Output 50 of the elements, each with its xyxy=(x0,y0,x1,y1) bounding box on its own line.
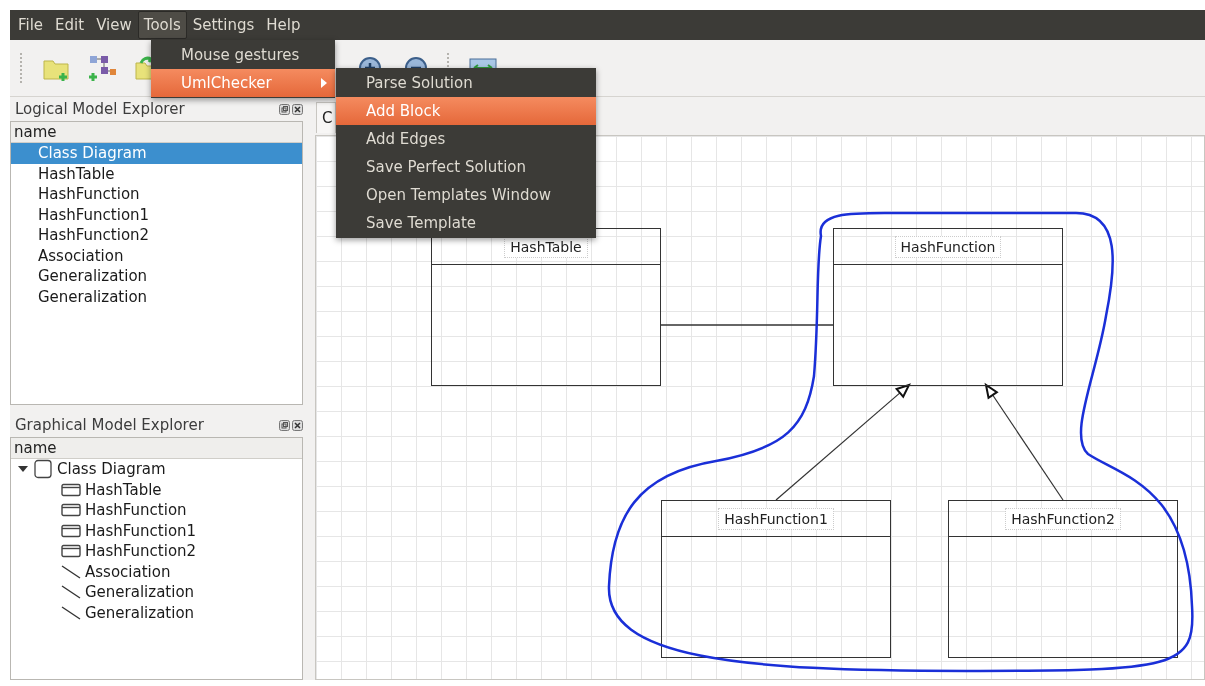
menu-item[interactable]: Open Templates Window xyxy=(336,181,596,209)
class-icon xyxy=(61,544,81,559)
class-block[interactable]: HashFunction xyxy=(833,228,1063,386)
panel-title: Logical Model Explorer xyxy=(15,100,185,118)
float-icon[interactable] xyxy=(279,103,290,115)
column-header[interactable]: name xyxy=(11,122,302,143)
tree-item[interactable]: Generalization xyxy=(85,603,195,622)
class-block[interactable]: HashFunction1 xyxy=(661,500,891,658)
list-item[interactable]: Generalization xyxy=(11,286,302,307)
column-header[interactable]: name xyxy=(11,438,302,459)
tree-item[interactable]: HashFunction xyxy=(85,501,187,520)
menu-item[interactable]: Parse Solution xyxy=(336,69,596,97)
diagram-icon[interactable] xyxy=(87,53,117,83)
menu-item[interactable]: Add Edges xyxy=(336,125,596,153)
list-item[interactable]: HashFunction1 xyxy=(11,204,302,225)
class-icon xyxy=(61,482,81,497)
class-name: HashFunction1 xyxy=(718,507,834,530)
menu-item[interactable]: Settings xyxy=(186,11,261,39)
menu-item[interactable]: File xyxy=(12,11,50,39)
menu-item[interactable]: Save Perfect Solution xyxy=(336,153,596,181)
list-item[interactable]: HashFunction2 xyxy=(11,225,302,246)
tree-item[interactable]: HashTable xyxy=(85,480,162,499)
tree-item[interactable]: Class Diagram xyxy=(57,460,166,479)
menu-item[interactable]: Mouse gestures xyxy=(151,41,335,69)
class-icon xyxy=(61,523,81,538)
class-name: HashFunction2 xyxy=(1005,507,1121,530)
close-icon[interactable] xyxy=(292,103,303,115)
class-name: HashFunction xyxy=(894,235,1002,258)
menu-item[interactable]: Tools xyxy=(137,11,187,39)
list-item[interactable]: Association xyxy=(11,245,302,266)
tab[interactable]: C xyxy=(316,102,336,133)
float-icon[interactable] xyxy=(279,419,290,431)
diagram-icon xyxy=(33,459,53,480)
class-block[interactable]: HashFunction2 xyxy=(948,500,1178,658)
tree-item[interactable]: HashFunction2 xyxy=(85,542,197,561)
tree-item[interactable]: HashFunction1 xyxy=(85,521,197,540)
line-icon xyxy=(61,605,81,620)
list-item[interactable]: Generalization xyxy=(11,266,302,287)
close-icon[interactable] xyxy=(292,419,303,431)
class-icon xyxy=(61,503,81,518)
line-icon xyxy=(61,564,81,579)
menu-item[interactable]: Edit xyxy=(49,11,91,39)
list-item[interactable]: HashTable xyxy=(11,163,302,184)
menu-item[interactable]: View xyxy=(90,11,138,39)
menu-item[interactable]: Help xyxy=(260,11,307,39)
tree-item[interactable]: Association xyxy=(85,562,171,581)
line-icon xyxy=(61,585,81,600)
panel-title: Graphical Model Explorer xyxy=(15,416,204,434)
list-item[interactable]: HashFunction xyxy=(11,184,302,205)
tree-item[interactable]: Generalization xyxy=(85,583,195,602)
